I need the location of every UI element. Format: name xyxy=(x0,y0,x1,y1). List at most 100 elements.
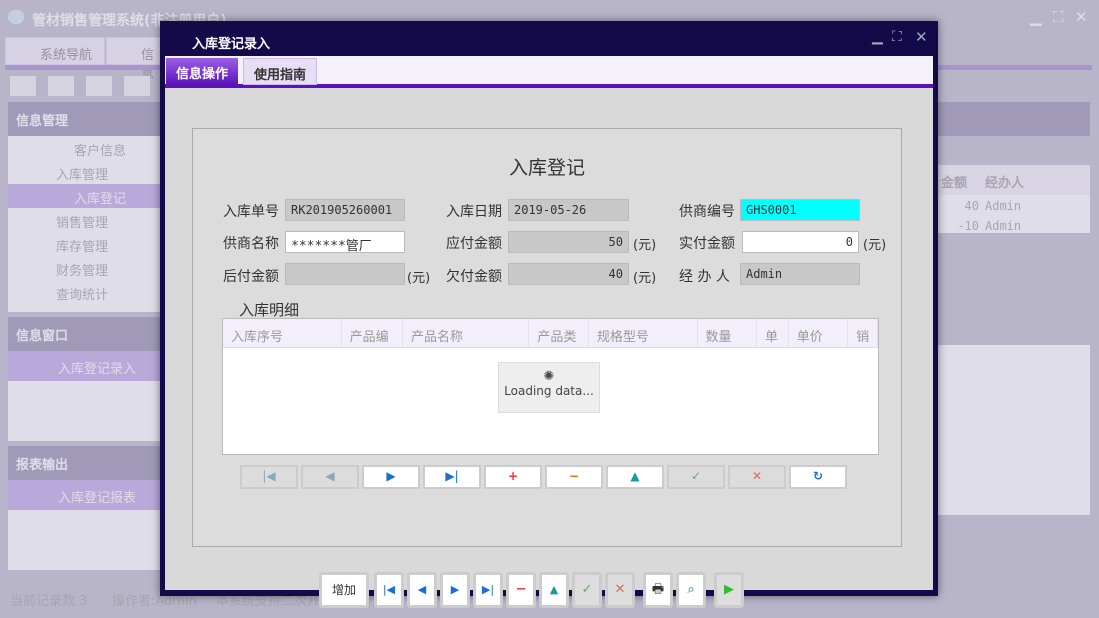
maximize-icon[interactable]: ⛶ xyxy=(892,29,902,45)
tree-customer[interactable]: 客户信息 xyxy=(8,136,160,160)
info-window-header: 信息窗口 xyxy=(8,317,160,351)
delete-row-button[interactable]: − xyxy=(545,465,603,489)
spinner-icon: ✺ xyxy=(543,369,555,384)
col-header[interactable]: 销 xyxy=(848,319,878,347)
next-button[interactable]: ▶ xyxy=(362,465,420,489)
tree-inbound-register[interactable]: 入库登记 xyxy=(8,184,160,208)
col-handler: 经办人 xyxy=(985,176,1025,191)
report-item[interactable]: 入库登记报表 xyxy=(8,480,160,510)
loading-indicator: ✺ Loading data... xyxy=(498,362,600,413)
delete-button[interactable]: − xyxy=(506,572,536,608)
info-window-panel: 信息窗口 入库登记录入 xyxy=(8,317,160,441)
info-window-item[interactable]: 入库登记录入 xyxy=(8,351,160,381)
col-header[interactable]: 产品编 xyxy=(342,319,403,347)
detail-grid[interactable]: 入库序号 产品编 产品名称 产品类 规格型号 数量 单 单价 销 ✺ Loadin… xyxy=(222,318,879,455)
close-icon[interactable]: ✕ xyxy=(1075,8,1088,26)
right-header xyxy=(935,102,1090,136)
loading-text: Loading data... xyxy=(504,384,594,398)
last-button[interactable]: ▶| xyxy=(423,465,481,489)
run-icon[interactable]: ▶ xyxy=(714,572,744,608)
add-button[interactable]: 增加 xyxy=(319,572,369,608)
first-record-button[interactable]: |◀ xyxy=(374,572,404,608)
tree-finance[interactable]: 财务管理 xyxy=(8,256,160,280)
table-row[interactable]: 40 Admin xyxy=(935,195,1090,215)
add-row-button[interactable]: + xyxy=(484,465,542,489)
paid-field[interactable]: 0 xyxy=(742,231,859,253)
minimize-icon[interactable]: ▁ xyxy=(1030,8,1042,26)
col-header[interactable]: 入库序号 xyxy=(223,319,342,347)
user-icon[interactable] xyxy=(124,76,150,96)
confirm-button[interactable]: ✓ xyxy=(667,465,725,489)
owed-label: 欠付金额 xyxy=(446,269,502,285)
later-field[interactable] xyxy=(285,263,405,285)
dialog-title: 入库登记录入 xyxy=(192,37,271,52)
tab-guide[interactable]: 使用指南 xyxy=(243,58,318,85)
in-no-label: 入库单号 xyxy=(223,204,279,220)
report-panel: 报表输出 入库登记报表 xyxy=(8,446,160,570)
preview-icon[interactable]: ⌕ xyxy=(676,572,706,608)
table-row[interactable]: -10 Admin xyxy=(935,215,1090,233)
payable-field[interactable]: 50 xyxy=(508,231,629,253)
dialog-body: 信息操作 使用指南 入库登记 入库单号 RK201905260001 入库日期 … xyxy=(165,56,933,608)
list-icon[interactable] xyxy=(48,76,74,96)
close-icon[interactable]: ✕ xyxy=(915,28,928,46)
edit-button[interactable]: ▲ xyxy=(539,572,569,608)
tree-inbound-mgmt[interactable]: 入库管理 xyxy=(8,160,160,184)
next-record-button[interactable]: ▶ xyxy=(440,572,470,608)
col-header[interactable]: 单 xyxy=(757,319,789,347)
cell: Admin xyxy=(985,199,1022,213)
col-header[interactable]: 产品名称 xyxy=(403,319,530,347)
maximize-icon[interactable]: ⛶ xyxy=(1053,8,1064,26)
unit-label: (元) xyxy=(863,238,887,253)
save-button[interactable]: ✓ xyxy=(572,572,602,608)
tree-stock[interactable]: 库存管理 xyxy=(8,232,160,256)
right-lower-panel xyxy=(935,345,1090,515)
col-amount: 金额 xyxy=(941,176,968,191)
sup-name-label: 供商名称 xyxy=(223,236,279,252)
col-header[interactable]: 产品类 xyxy=(529,319,589,347)
tree-query[interactable]: 查询统计 xyxy=(8,280,160,304)
sup-no-field[interactable]: GHS0001 xyxy=(740,199,860,221)
tab-info-ops[interactable]: 信息操作 xyxy=(166,58,239,85)
col-header[interactable]: 单价 xyxy=(789,319,849,347)
sup-no-label: 供商编号 xyxy=(679,204,735,220)
print-icon[interactable]: 🖶 xyxy=(643,572,673,608)
cancel-edit-button[interactable]: ✕ xyxy=(605,572,635,608)
right-table: 金额 经办人 40 Admin -10 Admin xyxy=(935,165,1090,233)
minimize-icon[interactable]: ▁ xyxy=(872,29,883,45)
sup-name-field[interactable]: *******管厂 xyxy=(285,231,405,254)
search-icon[interactable] xyxy=(10,76,36,96)
info-mgmt-header: 信息管理 xyxy=(8,102,160,136)
cell: Admin xyxy=(985,219,1022,233)
in-no-field[interactable]: RK201905260001 xyxy=(285,199,405,221)
unit-label: (元) xyxy=(633,238,657,253)
paid-label: 实付金额 xyxy=(679,236,735,252)
col-header[interactable]: 规格型号 xyxy=(589,319,698,347)
cell: -10 xyxy=(957,219,979,233)
tab-system-nav[interactable]: 系统导航 xyxy=(5,37,105,65)
first-button[interactable]: |◀ xyxy=(240,465,298,489)
handler-field[interactable]: Admin xyxy=(740,263,860,285)
dialog-tabbar: 信息操作 使用指南 xyxy=(165,56,933,88)
tree-sales[interactable]: 销售管理 xyxy=(8,208,160,232)
unit-label: (元) xyxy=(407,271,431,286)
edit-row-button[interactable]: ▲ xyxy=(606,465,664,489)
report-header: 报表输出 xyxy=(8,446,160,480)
document-icon[interactable] xyxy=(86,76,112,96)
payable-label: 应付金额 xyxy=(446,236,502,252)
owed-field[interactable]: 40 xyxy=(508,263,629,285)
refresh-button[interactable]: ↻ xyxy=(789,465,847,489)
cell: 40 xyxy=(964,199,979,213)
tab-info[interactable]: 信息 xyxy=(106,37,166,82)
col-header[interactable]: 数量 xyxy=(698,319,757,347)
last-record-button[interactable]: ▶| xyxy=(473,572,503,608)
unit-label: (元) xyxy=(633,271,657,286)
in-date-field[interactable]: 2019-05-26 xyxy=(508,199,629,221)
prev-button[interactable]: ◀ xyxy=(301,465,359,489)
prev-record-button[interactable]: ◀ xyxy=(407,572,437,608)
status-count: 当前记录数 3 xyxy=(10,594,88,609)
form-panel: 入库登记 入库单号 RK201905260001 入库日期 2019-05-26… xyxy=(192,128,902,547)
inbound-dialog: 入库登记录入 ▁ ⛶ ✕ 信息操作 使用指南 入库登记 入库单号 RK20190… xyxy=(160,21,938,608)
cancel-button[interactable]: ✕ xyxy=(728,465,786,489)
info-mgmt-panel: 信息管理 客户信息 入库管理 入库登记 销售管理 库存管理 财务管理 查询统计 xyxy=(8,102,160,312)
